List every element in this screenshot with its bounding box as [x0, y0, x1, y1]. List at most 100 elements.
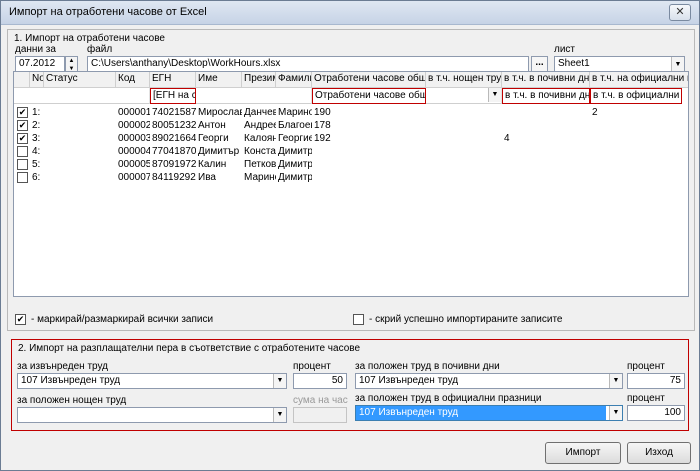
cell-worked[interactable] [312, 158, 426, 172]
filter-official-holidays[interactable]: в т.ч. в официални п [590, 88, 682, 104]
cell-egn[interactable]: 8902166468 [150, 132, 196, 146]
chevron-down-icon[interactable]: ▼ [273, 408, 286, 422]
header-name[interactable]: Име [196, 72, 242, 88]
hide-imported-checkbox[interactable] [353, 314, 364, 325]
chevron-down-icon[interactable]: ▼ [488, 88, 501, 102]
overtime-percent-field[interactable]: 50 [293, 373, 347, 389]
cell-no[interactable]: 4: [30, 145, 44, 159]
official-holidays-select[interactable]: 107 Извънреден труд ▼ [355, 405, 623, 421]
row-checkbox[interactable] [17, 146, 28, 157]
header-holiday-work[interactable]: в т.ч. в почивни дни [502, 72, 590, 88]
cell-last[interactable]: Димитров [276, 158, 312, 172]
cell-holidays[interactable] [502, 145, 590, 159]
cell-last[interactable]: Маринов [276, 106, 312, 120]
cell-night[interactable] [426, 132, 502, 146]
cell-official[interactable] [590, 158, 688, 172]
cell-middle[interactable]: Калоянов [242, 132, 276, 146]
cell-name[interactable]: Мирослав [196, 106, 242, 120]
header-egn[interactable]: ЕГН [150, 72, 196, 88]
row-checkbox[interactable]: ✔ [17, 133, 28, 144]
row-checkbox[interactable]: ✔ [17, 120, 28, 131]
cell-middle[interactable]: Констан [242, 145, 276, 159]
header-last-name[interactable]: Фамилия [276, 72, 312, 88]
cell-holidays[interactable]: 4 [502, 132, 590, 146]
cell-middle[interactable]: Маринова [242, 171, 276, 185]
spin-up-icon[interactable]: ▲ [66, 57, 77, 65]
cell-worked[interactable] [312, 171, 426, 185]
filter-holiday-work[interactable]: в т.ч. в почивни дни [502, 88, 590, 104]
exit-button[interactable]: Изход [627, 442, 691, 464]
row-checkbox[interactable] [17, 159, 28, 170]
cell-night[interactable] [426, 158, 502, 172]
holidays-percent-field[interactable]: 75 [627, 373, 685, 389]
cell-holidays[interactable] [502, 158, 590, 172]
cell-official[interactable]: 2 [590, 106, 688, 120]
cell-code[interactable]: 000001 [116, 106, 150, 120]
cell-worked[interactable] [312, 145, 426, 159]
import-button[interactable]: Импорт [545, 442, 621, 464]
cell-holidays[interactable] [502, 106, 590, 120]
cell-name[interactable]: Калин [196, 158, 242, 172]
header-no[interactable]: No [30, 72, 44, 88]
filter-worked-hours[interactable]: Отработени часове общо [312, 88, 426, 104]
cell-official[interactable] [590, 119, 688, 133]
holidays-select[interactable]: 107 Извънреден труд ▼ [355, 373, 623, 389]
filter-egn[interactable]: [ЕГН на сл [150, 88, 196, 104]
header-code[interactable]: Код [116, 72, 150, 88]
cell-egn[interactable]: 8709197245 [150, 158, 196, 172]
cell-code[interactable]: 000004 [116, 145, 150, 159]
cell-name[interactable]: Антон [196, 119, 242, 133]
header-night-work[interactable]: в т.ч. нощен труд [426, 72, 502, 88]
cell-worked[interactable]: 192 [312, 132, 426, 146]
overtime-select[interactable]: 107 Извънреден труд ▼ [17, 373, 287, 389]
cell-last[interactable]: Георгиев [276, 132, 312, 146]
cell-last[interactable]: Димитрова [276, 171, 312, 185]
cell-name[interactable]: Димитър [196, 145, 242, 159]
filter-night-work[interactable]: ▼ [426, 88, 502, 104]
cell-official[interactable] [590, 145, 688, 159]
cell-code[interactable]: 000005 [116, 158, 150, 172]
cell-night[interactable] [426, 145, 502, 159]
cell-worked[interactable]: 190 [312, 106, 426, 120]
mark-all-checkbox[interactable]: ✔ [15, 314, 26, 325]
chevron-down-icon[interactable]: ▼ [609, 406, 622, 420]
cell-worked[interactable]: 178 [312, 119, 426, 133]
header-status[interactable]: Статус [44, 72, 116, 88]
cell-middle[interactable]: Андреев [242, 119, 276, 133]
cell-egn[interactable]: 7402158766 [150, 106, 196, 120]
cell-official[interactable] [590, 171, 688, 185]
hours-grid[interactable]: No Статус Код ЕГН Име Презиме Фамилия От… [13, 71, 689, 297]
cell-code[interactable]: 000007 [116, 171, 150, 185]
cell-code[interactable]: 000002 [116, 119, 150, 133]
cell-last[interactable]: Благоев [276, 119, 312, 133]
cell-egn[interactable]: 8005123229 [150, 119, 196, 133]
cell-egn[interactable]: 7704187066 [150, 145, 196, 159]
close-button[interactable]: ✕ [669, 4, 691, 21]
cell-middle[interactable]: Данчев [242, 106, 276, 120]
cell-no[interactable]: 1: [30, 106, 44, 120]
chevron-down-icon[interactable]: ▼ [273, 374, 286, 388]
row-checkbox[interactable]: ✔ [17, 107, 28, 118]
cell-name[interactable]: Ива [196, 171, 242, 185]
cell-holidays[interactable] [502, 119, 590, 133]
row-checkbox[interactable] [17, 172, 28, 183]
cell-no[interactable]: 3: [30, 132, 44, 146]
cell-middle[interactable]: Петков [242, 158, 276, 172]
cell-night[interactable] [426, 106, 502, 120]
chevron-down-icon[interactable]: ▼ [609, 374, 622, 388]
cell-official[interactable] [590, 132, 688, 146]
header-middle-name[interactable]: Презиме [242, 72, 276, 88]
header-worked-hours[interactable]: Отработени часове общо за месеца [312, 72, 426, 88]
cell-egn[interactable]: 8411929291 [150, 171, 196, 185]
cell-code[interactable]: 000003 [116, 132, 150, 146]
cell-no[interactable]: 6: [30, 171, 44, 185]
cell-last[interactable]: Димитров [276, 145, 312, 159]
cell-no[interactable]: 5: [30, 158, 44, 172]
official-percent-field[interactable]: 100 [627, 405, 685, 421]
cell-holidays[interactable] [502, 171, 590, 185]
header-official-holidays[interactable]: в т.ч. на официални празници [590, 72, 688, 88]
night-work-select[interactable]: ▼ [17, 407, 287, 423]
cell-night[interactable] [426, 171, 502, 185]
cell-night[interactable] [426, 119, 502, 133]
cell-name[interactable]: Георги [196, 132, 242, 146]
